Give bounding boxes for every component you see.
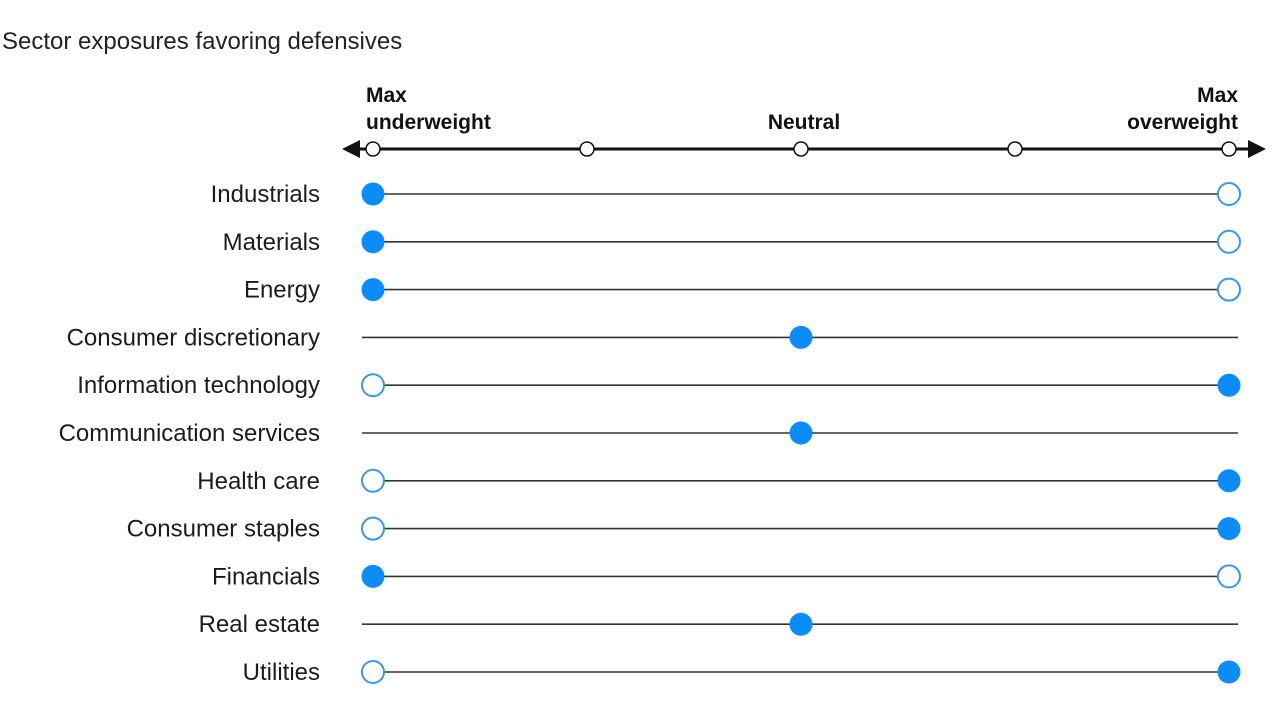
scale-axis: Max underweight Neutral Max overweight xyxy=(342,84,1266,158)
axis-tick-label-line: underweight xyxy=(366,111,491,134)
open-dot-marker xyxy=(1217,182,1241,206)
axis-tick-marker xyxy=(579,141,595,157)
filled-dot-marker xyxy=(789,325,813,349)
sector-row: Health care xyxy=(197,468,1241,495)
sector-row: Materials xyxy=(223,229,1241,256)
sector-row: Consumer staples xyxy=(127,516,1241,543)
open-dot-marker xyxy=(1217,564,1241,589)
sector-row: Communication services xyxy=(59,420,1238,447)
sector-label: Utilities xyxy=(243,659,320,686)
axis-tick-label-line: overweight xyxy=(1127,111,1238,134)
axis-tick-marker xyxy=(1007,141,1023,157)
axis-tick-label-line: Neutral xyxy=(768,111,840,134)
sector-label: Real estate xyxy=(199,611,320,638)
filled-dot-marker xyxy=(789,421,813,445)
sector-label: Energy xyxy=(244,277,320,304)
open-dot-marker xyxy=(1217,229,1241,254)
sector-label: Consumer discretionary xyxy=(67,324,320,351)
filled-dot-marker xyxy=(1217,660,1241,684)
sector-label: Information technology xyxy=(77,372,320,399)
axis-tick-marker xyxy=(365,141,381,157)
sector-row: Energy xyxy=(244,277,1241,304)
sector-label: Industrials xyxy=(211,181,320,208)
open-dot-marker xyxy=(361,373,385,398)
axis-tick-label: Max underweight xyxy=(366,84,491,134)
sector-label: Health care xyxy=(197,468,320,495)
open-dot-marker xyxy=(361,468,385,493)
sector-row: Financials xyxy=(212,563,1241,590)
filled-dot-marker xyxy=(1217,517,1241,541)
sector-label: Consumer staples xyxy=(127,516,320,543)
dot-range-chart: Max underweight Neutral Max overweight Indus… xyxy=(59,84,1266,686)
filled-dot-marker xyxy=(1217,373,1241,397)
axis-tick-label-line: Max xyxy=(1197,84,1238,107)
axis-left-arrow-icon xyxy=(342,140,360,158)
open-dot-marker xyxy=(1217,277,1241,302)
axis-tick-label: Neutral xyxy=(768,111,840,134)
filled-dot-marker xyxy=(361,278,385,302)
sector-label: Financials xyxy=(212,563,320,590)
axis-tick-label: Max overweight xyxy=(1127,84,1238,134)
filled-dot-marker xyxy=(361,564,385,588)
open-dot-marker xyxy=(361,516,385,541)
axis-tick-label-line: Max xyxy=(366,84,407,107)
filled-dot-marker xyxy=(361,230,385,254)
sector-label: Materials xyxy=(223,229,320,256)
sector-rows: Industrials Materials Energy Consumer discr… xyxy=(59,181,1241,686)
sector-row: Real estate xyxy=(199,611,1238,638)
axis-right-arrow-icon xyxy=(1248,140,1266,158)
sector-label: Communication services xyxy=(59,420,320,447)
filled-dot-marker xyxy=(789,612,813,636)
filled-dot-marker xyxy=(361,182,385,206)
open-dot-marker xyxy=(361,660,385,684)
sector-row: Industrials xyxy=(211,181,1241,208)
sector-row: Information technology xyxy=(77,372,1241,399)
axis-tick-marker xyxy=(793,141,809,157)
sector-row: Consumer discretionary xyxy=(67,324,1238,351)
sector-row: Utilities xyxy=(243,659,1241,686)
axis-tick-marker xyxy=(1221,141,1237,157)
filled-dot-marker xyxy=(1217,469,1241,493)
